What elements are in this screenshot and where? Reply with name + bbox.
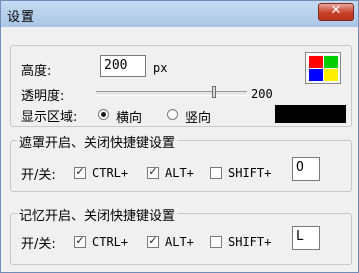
mask-key-input[interactable]: O bbox=[292, 157, 320, 181]
memory-ctrl-label[interactable]: CTRL+ bbox=[92, 235, 128, 249]
mask-hotkey-group: 遮罩开启、关闭快捷键设置 开/关: ✓ CTRL+ ✓ ALT+ ✓ SHIFT… bbox=[10, 132, 352, 192]
display-region-label: 显示区域: bbox=[21, 110, 78, 125]
height-label: 高度: bbox=[21, 64, 52, 79]
horizontal-label[interactable]: 横向 bbox=[116, 107, 142, 126]
vertical-label[interactable]: 竖向 bbox=[185, 107, 211, 126]
horizontal-radio-dot bbox=[101, 112, 106, 117]
close-button[interactable]: ✕ bbox=[318, 3, 354, 21]
height-unit-label: px bbox=[153, 61, 168, 75]
check-icon: ✓ bbox=[148, 234, 158, 247]
mask-alt-label[interactable]: ALT+ bbox=[165, 166, 194, 180]
palette-blue-swatch bbox=[309, 69, 323, 81]
memory-shift-checkbox[interactable]: ✓ bbox=[210, 236, 222, 248]
display-group: 高度: 200 px 透明度: 200 显示区域: 横向 竖向 bbox=[10, 45, 352, 127]
horizontal-radio[interactable] bbox=[98, 109, 109, 120]
palette-green-swatch bbox=[324, 56, 338, 68]
memory-group-title: 记忆开启、关闭快捷键设置 bbox=[17, 205, 178, 224]
mask-shift-checkbox[interactable]: ✓ bbox=[210, 167, 222, 179]
memory-key-input[interactable]: L bbox=[292, 226, 320, 250]
memory-hotkey-group: 记忆开启、关闭快捷键设置 开/关: ✓ CTRL+ ✓ ALT+ ✓ SHIFT… bbox=[10, 205, 352, 265]
mask-toggle-label: 开/关: bbox=[21, 168, 56, 183]
mask-shift-label[interactable]: SHIFT+ bbox=[228, 166, 271, 180]
check-icon: ✓ bbox=[75, 165, 85, 178]
color-preview bbox=[275, 105, 346, 123]
mask-ctrl-checkbox[interactable]: ✓ bbox=[74, 165, 86, 179]
vertical-radio[interactable] bbox=[167, 109, 178, 120]
palette-red-swatch bbox=[309, 56, 323, 68]
settings-window: 设置 ✕ 高度: 200 px 透明度: 200 显示区域: 横向 竖向 遮罩开… bbox=[0, 0, 359, 273]
memory-shift-label[interactable]: SHIFT+ bbox=[228, 235, 271, 249]
opacity-slider-thumb[interactable] bbox=[211, 86, 216, 98]
title-bar[interactable]: 设置 ✕ bbox=[1, 1, 358, 27]
palette-yellow-swatch bbox=[324, 69, 338, 81]
mask-alt-checkbox[interactable]: ✓ bbox=[147, 165, 159, 179]
mask-ctrl-label[interactable]: CTRL+ bbox=[92, 166, 128, 180]
color-palette-button[interactable] bbox=[305, 52, 341, 84]
opacity-slider-track[interactable] bbox=[96, 91, 247, 96]
opacity-value: 200 bbox=[251, 87, 273, 101]
opacity-label: 透明度: bbox=[21, 89, 65, 104]
memory-toggle-label: 开/关: bbox=[21, 237, 56, 252]
close-icon: ✕ bbox=[330, 3, 342, 18]
memory-alt-checkbox[interactable]: ✓ bbox=[147, 234, 159, 248]
memory-alt-label[interactable]: ALT+ bbox=[165, 235, 194, 249]
check-icon: ✓ bbox=[148, 165, 158, 178]
memory-ctrl-checkbox[interactable]: ✓ bbox=[74, 234, 86, 248]
height-input[interactable]: 200 bbox=[100, 55, 146, 77]
mask-group-title: 遮罩开启、关闭快捷键设置 bbox=[17, 132, 178, 151]
window-title: 设置 bbox=[7, 10, 36, 25]
check-icon: ✓ bbox=[75, 234, 85, 247]
dialog-body: 高度: 200 px 透明度: 200 显示区域: 横向 竖向 遮罩开启、关闭快… bbox=[6, 28, 354, 268]
